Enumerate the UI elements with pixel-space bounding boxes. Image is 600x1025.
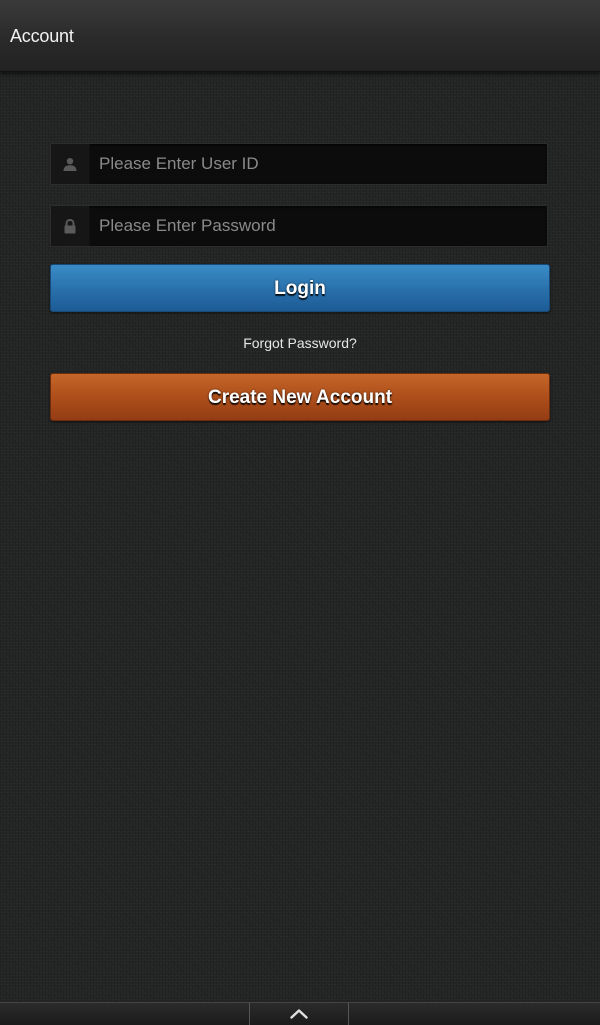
page-title: Account — [10, 26, 74, 46]
password-input[interactable] — [99, 206, 539, 246]
user-id-field[interactable] — [50, 143, 548, 185]
lock-icon — [64, 219, 76, 234]
create-account-button[interactable]: Create New Account — [50, 373, 550, 421]
forgot-password-link[interactable]: Forgot Password? — [0, 334, 600, 352]
login-button[interactable]: Login — [50, 264, 550, 312]
lock-icon-box — [51, 206, 90, 246]
user-icon — [63, 158, 77, 171]
user-icon-box — [51, 144, 90, 184]
chevron-up-icon — [290, 1009, 308, 1019]
user-id-input[interactable] — [99, 144, 539, 184]
password-field[interactable] — [50, 205, 548, 247]
bottom-bar — [0, 1002, 600, 1025]
bottom-drawer-handle[interactable] — [249, 1003, 349, 1025]
action-bar: Account — [0, 0, 600, 72]
